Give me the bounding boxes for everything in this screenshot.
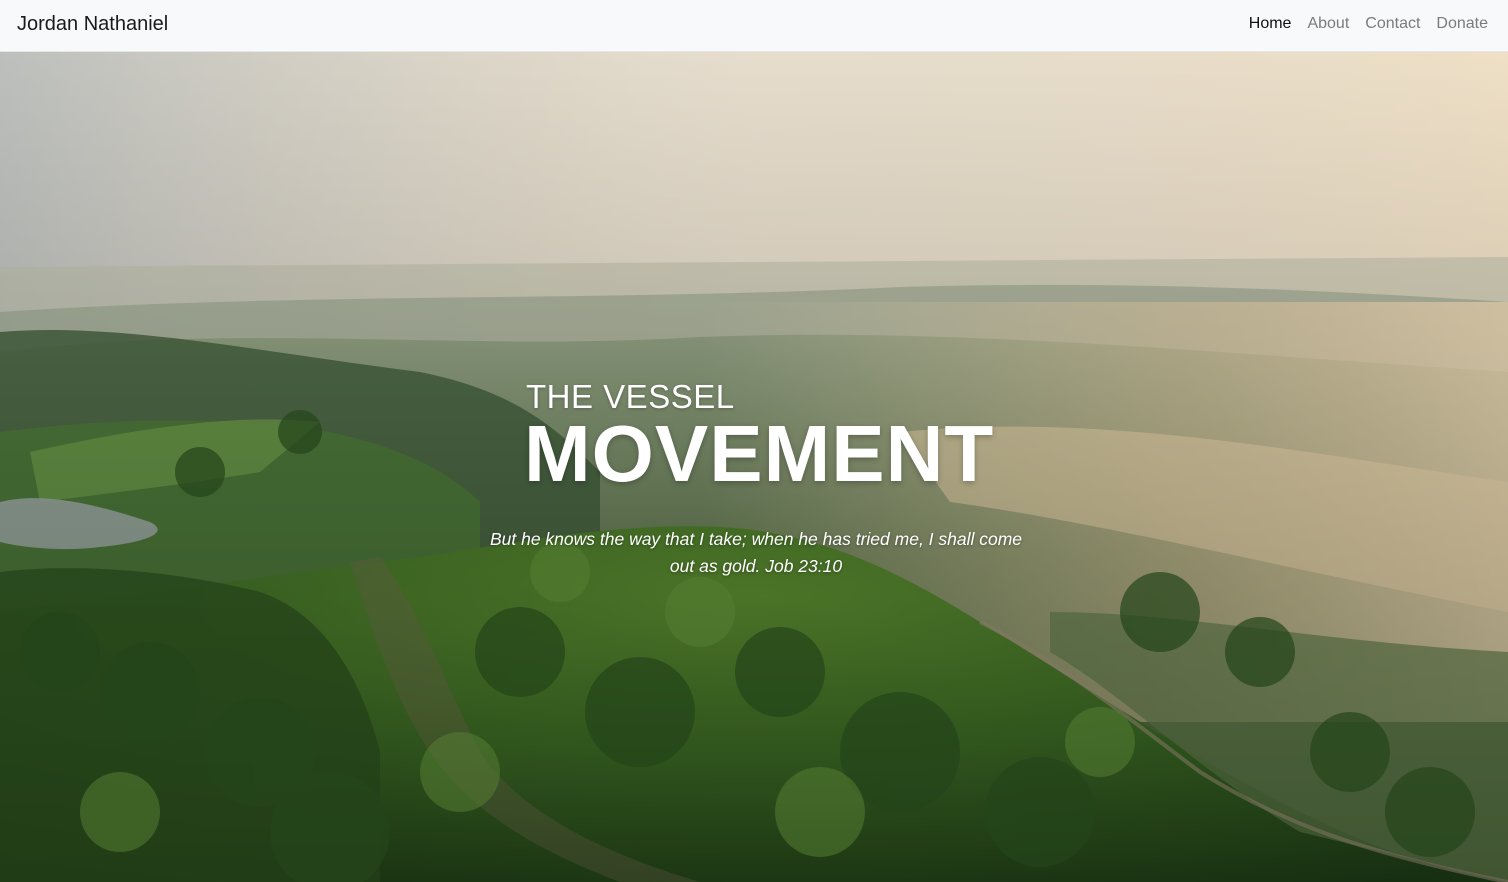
nav-donate-link[interactable]: Donate bbox=[1436, 13, 1488, 35]
hero-verse: But he knows the way that I take; when h… bbox=[489, 529, 1023, 576]
nav-contact-link[interactable]: Contact bbox=[1365, 13, 1420, 35]
hero-headline: MOVEMENT bbox=[524, 409, 995, 498]
nav-links: Home About Contact Donate bbox=[1249, 13, 1488, 35]
nav-about-link[interactable]: About bbox=[1307, 13, 1349, 35]
hero-text: THE VESSEL MOVEMENT But he knows the way… bbox=[0, 52, 1508, 882]
top-navbar: Jordan Nathaniel Home About Contact Dona… bbox=[0, 0, 1508, 52]
nav-home-link[interactable]: Home bbox=[1249, 13, 1292, 35]
page: Jordan Nathaniel Home About Contact Dona… bbox=[0, 0, 1508, 882]
hero-section: THE VESSEL MOVEMENT But he knows the way… bbox=[0, 52, 1508, 882]
brand-link[interactable]: Jordan Nathaniel bbox=[17, 12, 168, 36]
